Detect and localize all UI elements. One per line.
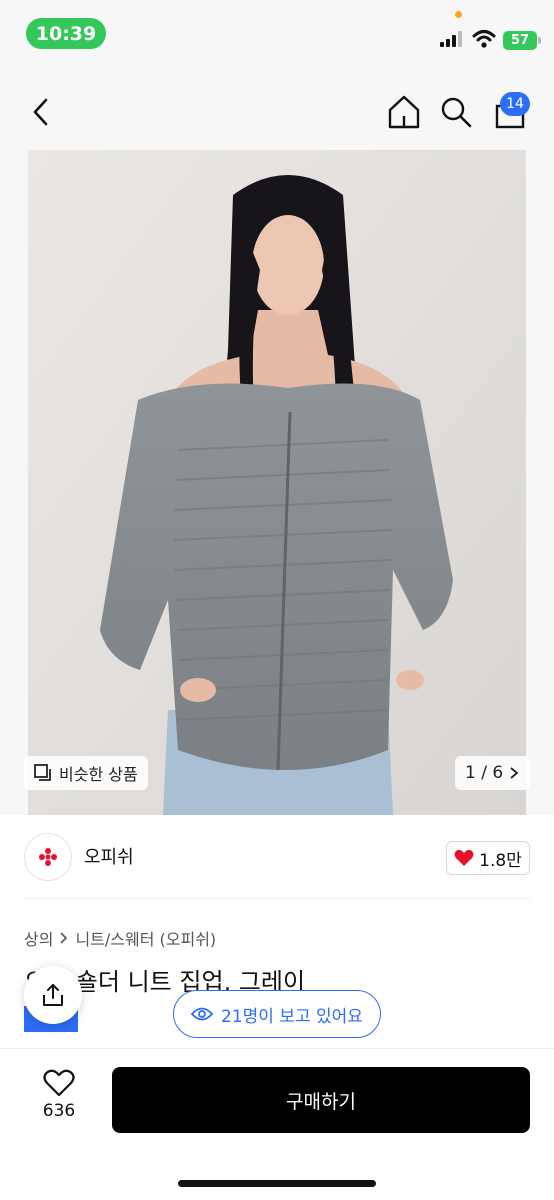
store-name[interactable]: 오피쉬 [84, 843, 134, 869]
battery-level: 57 [503, 31, 537, 50]
breadcrumb-subcategory[interactable]: 니트/스웨터 (오피쉬) [75, 926, 216, 950]
heart-outline-icon [43, 1069, 75, 1097]
category-breadcrumb: 상의 니트/스웨터 (오피쉬) [24, 926, 216, 950]
section-divider [24, 898, 530, 899]
search-button[interactable] [436, 92, 476, 132]
wifi-icon [472, 30, 496, 48]
cart-count-badge: 14 [500, 92, 530, 116]
bottom-action-bar: 636 구매하기 [0, 1048, 554, 1200]
status-time: 10:39 [26, 18, 106, 49]
top-nav-bar [0, 64, 554, 150]
cellular-signal-icon [440, 31, 462, 47]
page-indicator-text: 1 / 6 [465, 763, 504, 783]
buy-button[interactable]: 구매하기 [112, 1067, 530, 1133]
flower-logo-icon [39, 848, 57, 866]
live-viewers-badge: 21명이 보고 있어요 [173, 990, 381, 1038]
copy-squares-icon [34, 764, 51, 781]
privacy-indicator-dot [455, 11, 462, 18]
heart-filled-icon [454, 849, 474, 866]
wishlist-count: 636 [42, 1101, 76, 1121]
eye-icon [191, 1007, 214, 1021]
home-icon [388, 95, 420, 129]
home-indicator [178, 1180, 376, 1187]
battery-tip [538, 37, 541, 44]
product-photo [28, 150, 526, 815]
live-viewers-text: 21명이 보고 있어요 [221, 1006, 363, 1027]
store-info-row: 오피쉬 1.8만 [0, 815, 554, 899]
back-button[interactable] [26, 94, 58, 130]
search-icon [441, 97, 472, 128]
breadcrumb-category[interactable]: 상의 [24, 926, 53, 950]
similar-products-label: 비슷한 상품 [59, 765, 138, 784]
wishlist-button[interactable]: 636 [28, 1069, 90, 1131]
chevron-left-icon [33, 98, 48, 126]
store-like-button[interactable]: 1.8만 [446, 841, 530, 875]
store-logo[interactable] [24, 833, 72, 881]
image-page-indicator[interactable]: 1 / 6 [455, 756, 531, 790]
chevron-right-icon [510, 767, 519, 779]
share-button[interactable] [24, 966, 82, 1024]
chevron-right-icon [60, 932, 68, 944]
share-icon [43, 984, 63, 1006]
home-button[interactable] [384, 92, 424, 132]
store-like-count: 1.8만 [479, 850, 522, 871]
product-image-gallery[interactable]: 비슷한 상품 1 / 6 [0, 150, 554, 815]
similar-products-button[interactable]: 비슷한 상품 [24, 756, 148, 790]
status-bar: 10:39 57 [0, 0, 554, 64]
